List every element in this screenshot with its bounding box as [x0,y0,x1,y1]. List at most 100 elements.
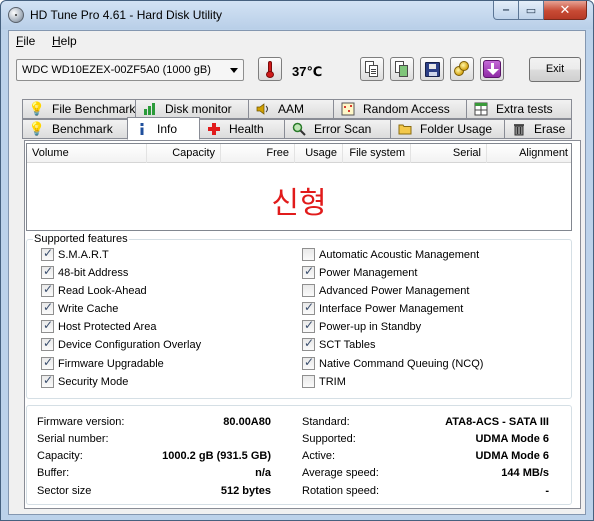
temperature-button[interactable] [258,57,282,81]
window-title: HD Tune Pro 4.61 - Hard Disk Utility [30,8,223,22]
copy-text-button[interactable] [360,57,384,81]
menu-file-label: ile [23,34,36,48]
column-capacity[interactable]: Capacity [147,144,221,163]
feature-firmware-upgradable[interactable]: Firmware Upgradable [41,355,164,370]
close-button[interactable]: ✕ [544,1,587,20]
exit-button[interactable]: Exit [529,57,581,82]
feature-label: SCT Tables [319,338,376,351]
tab-benchmark[interactable]: 💡 Benchmark [22,119,136,139]
tab-file-benchmark[interactable]: 💡 File Benchmark [22,99,136,119]
feature-device-configuration-overlay[interactable]: Device Configuration Overlay [41,336,202,351]
sector-size-value: 512 bytes [220,485,271,497]
checkbox[interactable] [302,300,315,315]
tab-label: Folder Usage [420,122,493,136]
minimize-icon: ‒ [502,4,510,16]
tab-random-access[interactable]: Random Access [333,99,467,119]
copy-screenshot-button[interactable] [390,57,414,81]
feature-automatic-acoustic-management[interactable]: Automatic Acoustic Management [302,248,479,261]
checkbox[interactable] [41,355,54,370]
tab-disk-monitor[interactable]: Disk monitor [135,99,249,119]
folder-icon [397,121,413,137]
temperature-readout: 37℃ [292,64,323,79]
feature-advanced-power-management[interactable]: Advanced Power Management [302,284,469,297]
feature-trim[interactable]: TRIM [302,375,346,388]
column-free[interactable]: Free [221,144,295,163]
checkbox[interactable] [302,284,315,297]
menu-help[interactable]: Help [52,34,77,48]
column-file-system[interactable]: File system [343,144,411,163]
tab-aam[interactable]: AAM [248,99,334,119]
feature-label: Power Management [319,266,418,279]
checkbox[interactable] [302,248,315,261]
feature-write-cache[interactable]: Write Cache [41,300,118,315]
tab-label: Extra tests [496,102,553,116]
checkbox[interactable] [41,318,54,333]
title-bar[interactable]: HD Tune Pro 4.61 - Hard Disk Utility ‒ ▭… [1,1,593,29]
firmware-version-value: 80.00A80 [223,416,271,428]
column-alignment[interactable]: Alignment [487,144,573,163]
feature-ncq[interactable]: Native Command Queuing (NCQ) [302,355,484,370]
feature-label: Native Command Queuing (NCQ) [319,357,484,370]
feature-smart[interactable]: S.M.A.R.T [41,246,109,261]
save-icon [424,61,440,77]
menu-file[interactable]: File [16,34,35,48]
supported-mode-label: Supported: [302,433,356,445]
checkbox[interactable] [302,355,315,370]
download-button[interactable] [480,57,504,81]
tab-label: Benchmark [52,122,113,136]
checkbox[interactable] [302,375,315,388]
checkbox[interactable] [41,300,54,315]
column-volume[interactable]: Volume [27,144,147,163]
feature-power-management[interactable]: Power Management [302,264,418,279]
feature-label: Firmware Upgradable [58,357,164,370]
feature-power-up-in-standby[interactable]: Power-up in Standby [302,318,421,333]
feature-interface-power-management[interactable]: Interface Power Management [302,300,463,315]
serial-number-label: Serial number: [37,433,109,445]
maximize-button[interactable]: ▭ [519,1,544,20]
average-speed-value: 144 MB/s [501,467,549,479]
feature-label: Device Configuration Overlay [58,338,202,351]
feature-read-look-ahead[interactable]: Read Look-Ahead [41,282,147,297]
tab-extra-tests[interactable]: Extra tests [466,99,572,119]
checkbox[interactable] [41,373,54,388]
lightbulb-icon: 💡 [28,101,46,116]
supported-mode-value: UDMA Mode 6 [475,433,549,445]
checkbox[interactable] [302,318,315,333]
checkbox[interactable] [302,264,315,279]
feature-label: 48-bit Address [58,266,129,279]
feature-host-protected-area[interactable]: Host Protected Area [41,318,156,333]
drive-select[interactable]: WDC WD10EZEX-00ZF5A0 (1000 gB) [16,59,244,81]
checkbox[interactable] [41,264,54,279]
tab-folder-usage[interactable]: Folder Usage [390,119,505,139]
checkbox[interactable] [41,282,54,297]
checkbox[interactable] [41,336,54,351]
tab-info[interactable]: Info [127,117,200,140]
tab-label: Disk monitor [165,102,232,116]
tab-error-scan[interactable]: Error Scan [284,119,391,139]
rotation-speed-value: - [545,485,549,497]
info-icon [134,121,150,137]
tab-erase[interactable]: Erase [504,119,572,139]
checkbox[interactable] [302,336,315,351]
overlay-caption: 신형 [271,186,327,221]
checkbox[interactable] [41,246,54,261]
lightbulb-icon: 💡 [28,121,46,136]
caption-buttons: ‒ ▭ ✕ [493,1,587,20]
rotation-speed-label: Rotation speed: [302,485,380,497]
column-serial[interactable]: Serial [411,144,487,163]
feature-security-mode[interactable]: Security Mode [41,373,128,388]
minimize-button[interactable]: ‒ [493,1,519,20]
capacity-label: Capacity: [37,450,83,462]
feature-48bit-address[interactable]: 48-bit Address [41,264,129,279]
volume-table[interactable]: Volume Capacity Free Usage File system S… [26,143,572,231]
feature-label: Read Look-Ahead [58,284,147,297]
active-mode-label: Active: [302,450,336,462]
options-button[interactable] [450,57,474,81]
average-speed-label: Average speed: [302,467,379,479]
tab-health[interactable]: Health [199,119,285,139]
save-button[interactable] [420,57,444,81]
feature-sct-tables[interactable]: SCT Tables [302,336,376,351]
feature-label: Automatic Acoustic Management [319,248,480,261]
column-usage[interactable]: Usage [295,144,343,163]
tab-label: AAM [278,102,305,116]
